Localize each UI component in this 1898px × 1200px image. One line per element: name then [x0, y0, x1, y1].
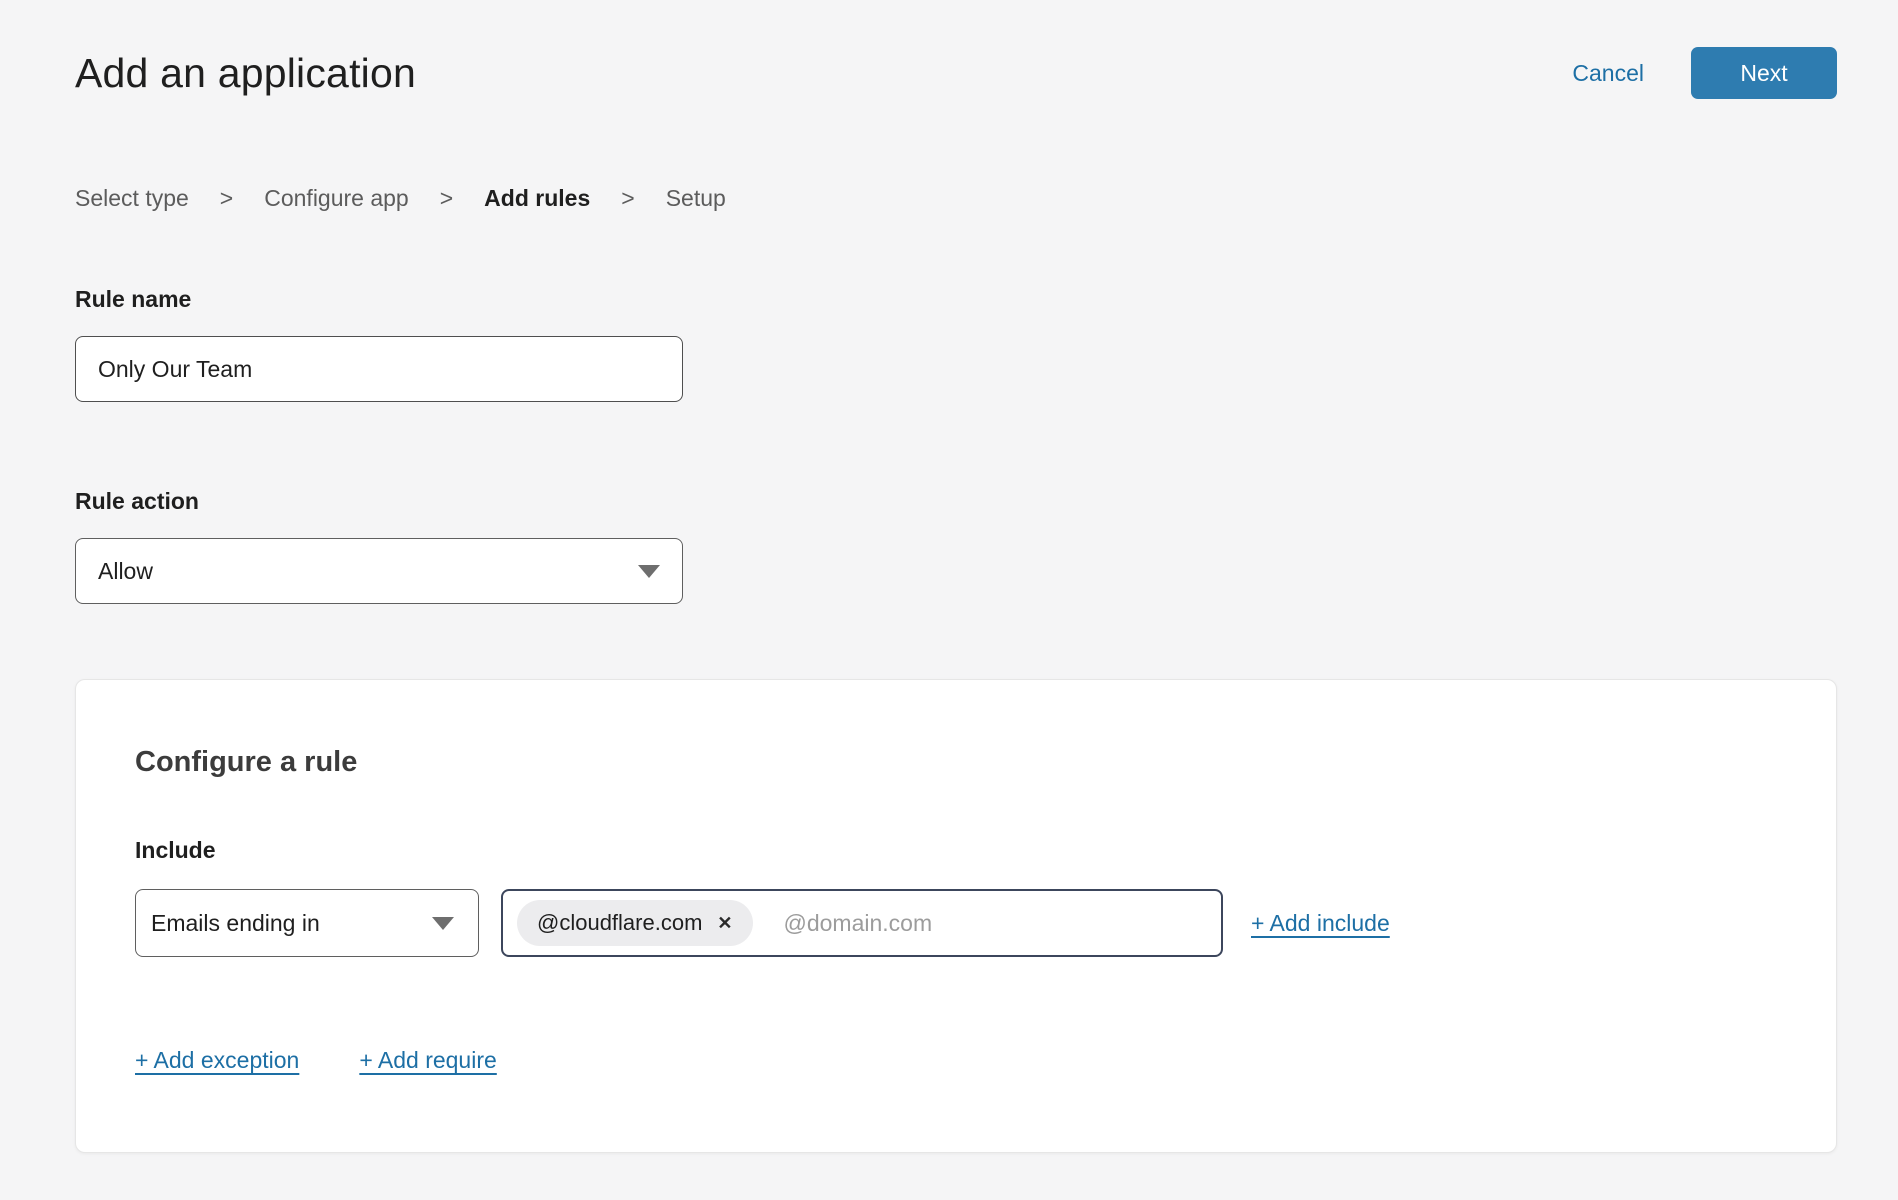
rule-action-select[interactable]: Allow: [75, 538, 683, 604]
add-application-page: Add an application Cancel Next Select ty…: [0, 0, 1898, 1153]
breadcrumb-step-select-type[interactable]: Select type: [75, 185, 189, 212]
include-selector-value: Emails ending in: [151, 910, 320, 937]
rule-action-label: Rule action: [75, 488, 1837, 515]
breadcrumb-step-configure-app[interactable]: Configure app: [264, 185, 409, 212]
configure-rule-card: Configure a rule Include Emails ending i…: [75, 679, 1837, 1153]
chevron-down-icon: [432, 917, 454, 930]
cancel-button[interactable]: Cancel: [1572, 60, 1644, 87]
rule-name-input[interactable]: [75, 336, 683, 402]
breadcrumb: Select type > Configure app > Add rules …: [75, 185, 1837, 212]
breadcrumb-separator: >: [220, 185, 233, 212]
close-icon[interactable]: ✕: [717, 914, 732, 932]
add-exception-link[interactable]: + Add exception: [135, 1047, 299, 1074]
rule-name-label: Rule name: [75, 286, 1837, 313]
next-button[interactable]: Next: [1691, 47, 1837, 99]
chevron-down-icon: [638, 565, 660, 578]
header-actions: Cancel Next: [1572, 47, 1837, 99]
rule-links-row: + Add exception + Add require: [135, 1047, 1836, 1074]
email-domain-tag-input[interactable]: @cloudflare.com ✕: [501, 889, 1223, 957]
include-selector-select[interactable]: Emails ending in: [135, 889, 479, 957]
add-include-link[interactable]: + Add include: [1251, 910, 1390, 937]
configure-rule-title: Configure a rule: [135, 746, 1836, 779]
email-domain-tag: @cloudflare.com ✕: [517, 900, 753, 946]
breadcrumb-separator: >: [440, 185, 453, 212]
page-title: Add an application: [75, 50, 416, 97]
breadcrumb-step-setup[interactable]: Setup: [666, 185, 726, 212]
add-require-link[interactable]: + Add require: [359, 1047, 496, 1074]
breadcrumb-separator: >: [621, 185, 634, 212]
email-domain-text-input[interactable]: [784, 910, 1208, 937]
include-rule-row: Emails ending in @cloudflare.com ✕ + Add…: [135, 889, 1836, 957]
include-label: Include: [135, 837, 1836, 864]
email-domain-tag-value: @cloudflare.com: [537, 910, 702, 936]
rule-action-selected-value: Allow: [98, 558, 153, 585]
page-header: Add an application Cancel Next: [75, 0, 1837, 99]
breadcrumb-step-add-rules[interactable]: Add rules: [484, 185, 590, 212]
